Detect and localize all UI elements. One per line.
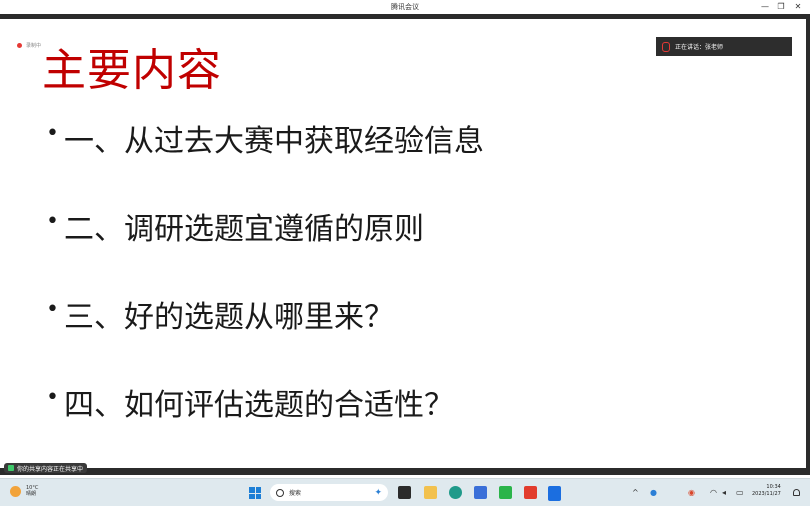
tray-overflow-chevron-icon[interactable]: ^ xyxy=(632,488,639,497)
volume-icon[interactable]: ◂ xyxy=(722,488,726,497)
speaker-indicator[interactable]: 正在讲话：张老师 xyxy=(656,37,792,56)
screen-share-status[interactable]: 你的共享内容正在共享中 xyxy=(4,463,88,473)
taskbar: 10°C 晴朗 搜索 ✦ ^ ● ◉ ◠ ◂ ▭ 10:34 2023/11/2… xyxy=(0,478,810,506)
wechat-icon[interactable] xyxy=(499,486,512,499)
slide-bullet-1: • 一、从过去大赛中获取经验信息 xyxy=(46,116,484,204)
slide-bullet-2: • 二、调研选题宜遵循的原则 xyxy=(46,204,484,292)
slide-bullet-list: • 一、从过去大赛中获取经验信息 • 二、调研选题宜遵循的原则 • 三、好的选题… xyxy=(46,116,484,468)
tencent-meeting-icon[interactable] xyxy=(548,486,561,501)
bullet-text: 四、如何评估选题的合适性？ xyxy=(64,388,454,423)
speaker-label: 正在讲话：张老师 xyxy=(675,44,724,51)
recording-indicator[interactable]: 录制中 xyxy=(17,42,41,49)
search-highlight-icon: ✦ xyxy=(374,487,382,498)
share-border-right xyxy=(806,14,810,469)
slide-bullet-4: • 四、如何评估选题的合适性？ xyxy=(46,380,484,468)
bullet-text: 二、调研选题宜遵循的原则 xyxy=(64,212,424,247)
edge-browser-icon[interactable] xyxy=(449,486,462,499)
task-view-icon[interactable] xyxy=(398,486,411,499)
store-icon[interactable] xyxy=(474,486,487,499)
window-title-bar: 腾讯会议 — ❐ ✕ xyxy=(0,0,810,14)
windows-logo-icon xyxy=(249,487,255,493)
tray-app-icon[interactable]: ● xyxy=(650,488,657,497)
window-title: 腾讯会议 xyxy=(391,3,419,11)
close-button[interactable]: ✕ xyxy=(791,1,805,13)
clock-time: 10:34 xyxy=(766,484,781,490)
share-border-top xyxy=(0,14,806,19)
minimize-button[interactable]: — xyxy=(758,1,772,13)
battery-icon[interactable]: ▭ xyxy=(736,488,744,497)
bullet-dot-icon: • xyxy=(46,385,59,410)
bullet-dot-icon: • xyxy=(46,121,59,146)
clock-date: 2023/11/27 xyxy=(752,491,781,497)
bullet-dot-icon: • xyxy=(46,297,59,322)
sun-icon xyxy=(10,485,21,497)
record-dot-icon xyxy=(17,43,22,48)
slide-title: 主要内容 xyxy=(42,45,222,96)
screen-share-label: 你的共享内容正在共享中 xyxy=(17,465,84,473)
share-border-bottom xyxy=(0,468,810,475)
weather-condition: 晴朗 xyxy=(26,491,37,497)
tray-input-icon[interactable]: ◉ xyxy=(688,488,695,497)
search-placeholder: 搜索 xyxy=(289,490,302,497)
microphone-icon xyxy=(662,41,670,52)
recording-label: 录制中 xyxy=(26,43,42,49)
weather-widget[interactable]: 10°C 晴朗 xyxy=(10,485,38,497)
search-icon xyxy=(276,488,284,497)
restore-button[interactable]: ❐ xyxy=(774,1,788,13)
screen-share-icon xyxy=(8,465,14,471)
start-button[interactable] xyxy=(249,487,261,499)
bullet-dot-icon: • xyxy=(46,209,59,234)
wifi-icon[interactable]: ◠ xyxy=(710,488,717,497)
bullet-text: 一、从过去大赛中获取经验信息 xyxy=(64,124,484,159)
slide-bullet-3: • 三、好的选题从哪里来？ xyxy=(46,292,484,380)
bullet-text: 三、好的选题从哪里来？ xyxy=(64,300,394,335)
taskbar-search-box[interactable]: 搜索 ✦ xyxy=(270,484,388,501)
taskbar-clock[interactable]: 10:34 2023/11/27 xyxy=(752,484,781,498)
notification-bell-icon[interactable] xyxy=(793,489,800,496)
wps-office-icon[interactable] xyxy=(524,486,537,499)
file-explorer-icon[interactable] xyxy=(424,486,437,499)
